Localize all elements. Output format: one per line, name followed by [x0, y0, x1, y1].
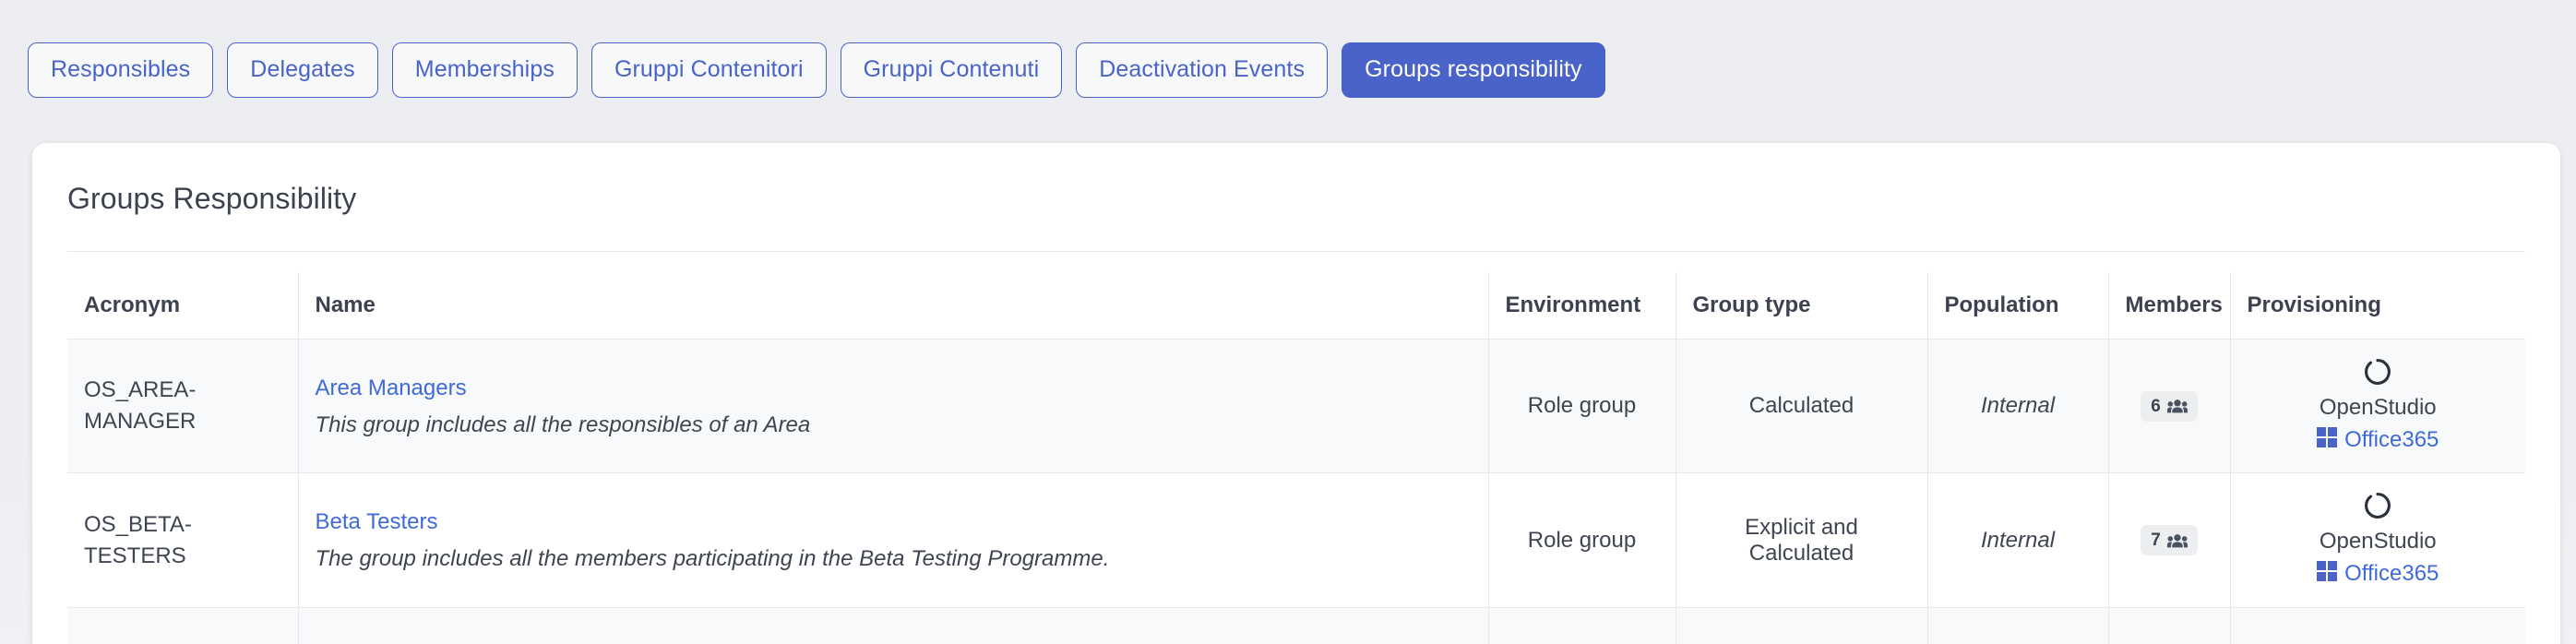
- provisioning-name: OpenStudio: [2319, 529, 2437, 555]
- table-row[interactable]: OS_AREA-MANAGER Area Managers This group…: [67, 338, 2525, 474]
- tab-gruppi-contenitori[interactable]: Gruppi Contenitori: [590, 42, 827, 98]
- group-description: This group includes all the responsibles…: [315, 411, 811, 437]
- table-header: Acronym Name Environment Group type Popu…: [67, 272, 2525, 340]
- office365-link[interactable]: Office365: [2317, 560, 2439, 589]
- cell-members: 7: [2107, 472, 2231, 608]
- table-row[interactable]: OS_BETA-TESTERS Beta Testers The group i…: [67, 472, 2525, 608]
- cell-name: Area Managers This group includes all th…: [297, 338, 1489, 474]
- cell-members: [2107, 606, 2231, 644]
- cell-population: [1926, 606, 2109, 644]
- group-name-link[interactable]: Area Managers: [316, 374, 1472, 402]
- tab-groups-responsibility[interactable]: Groups responsibility: [1342, 42, 1605, 98]
- tab-bar: Responsibles Delegates Memberships Grupp…: [28, 42, 1605, 98]
- tab-gruppi-contenuti[interactable]: Gruppi Contenuti: [840, 42, 1063, 98]
- groups-responsibility-card: Groups Responsibility Acronym Name Envir…: [32, 143, 2560, 644]
- office365-link[interactable]: Office365: [2317, 426, 2439, 455]
- tab-deactivation-events[interactable]: Deactivation Events: [1076, 42, 1329, 98]
- members-badge[interactable]: 7: [2141, 525, 2198, 556]
- group-description: The group includes all the members parti…: [315, 546, 1110, 572]
- column-header-members[interactable]: Members: [2107, 272, 2231, 340]
- cell-environment: [1487, 606, 1676, 644]
- cell-acronym: OS_AREA-MANAGER: [67, 338, 299, 474]
- cell-provisioning: [2229, 606, 2525, 644]
- microsoft-grid-icon: [2317, 426, 2338, 455]
- users-icon: [2166, 533, 2188, 548]
- table-container: Acronym Name Environment Group type Popu…: [32, 272, 2560, 644]
- cell-population: Internal: [1926, 338, 2109, 474]
- column-header-environment[interactable]: Environment: [1487, 272, 1676, 340]
- microsoft-grid-icon: [2317, 560, 2338, 589]
- users-icon: [2166, 399, 2188, 413]
- cell-name: Beta Testers The group includes all the …: [297, 472, 1489, 608]
- cell-members: 6: [2107, 338, 2231, 474]
- column-header-population[interactable]: Population: [1926, 272, 2109, 340]
- group-name-link[interactable]: Beta Testers: [316, 507, 1472, 536]
- cell-group-type: Explicit and Calculated: [1675, 472, 1928, 608]
- cell-group-type: [1675, 606, 1928, 644]
- members-badge[interactable]: 6: [2141, 390, 2198, 422]
- tab-memberships[interactable]: Memberships: [391, 42, 578, 98]
- cell-environment: Role group: [1487, 472, 1676, 608]
- column-header-group-type[interactable]: Group type: [1675, 272, 1928, 340]
- table-header-row: Acronym Name Environment Group type Popu…: [67, 272, 2525, 340]
- groups-table: Acronym Name Environment Group type Popu…: [67, 272, 2525, 644]
- office365-label: Office365: [2344, 561, 2439, 587]
- members-count: 6: [2151, 396, 2161, 416]
- ring-spinner-icon: [2248, 358, 2510, 393]
- cell-group-type: Calculated: [1675, 338, 1928, 474]
- column-header-acronym[interactable]: Acronym: [67, 272, 299, 340]
- ring-spinner-icon: [2248, 492, 2510, 527]
- tab-responsibles[interactable]: Responsibles: [28, 42, 214, 98]
- page-title: Groups Responsibility: [67, 182, 357, 215]
- cell-name: [297, 606, 1489, 644]
- provisioning-name: OpenStudio: [2319, 394, 2437, 420]
- cell-acronym: [67, 606, 299, 644]
- office365-label: Office365: [2344, 427, 2439, 453]
- cell-population: Internal: [1926, 472, 2109, 608]
- cell-environment: Role group: [1487, 338, 1676, 474]
- table-body: OS_AREA-MANAGER Area Managers This group…: [67, 338, 2525, 644]
- card-divider: [67, 251, 2525, 252]
- column-header-name[interactable]: Name: [297, 272, 1489, 340]
- cell-provisioning: OpenStudio Office365: [2229, 338, 2525, 474]
- tab-delegates[interactable]: Delegates: [227, 42, 378, 98]
- cell-provisioning: OpenStudio Office365: [2229, 472, 2525, 608]
- table-row[interactable]: [67, 606, 2525, 644]
- cell-acronym: OS_BETA-TESTERS: [67, 472, 299, 608]
- page-root: Responsibles Delegates Memberships Grupp…: [0, 0, 2576, 644]
- members-count: 7: [2151, 531, 2161, 551]
- column-header-provisioning[interactable]: Provisioning: [2229, 272, 2525, 340]
